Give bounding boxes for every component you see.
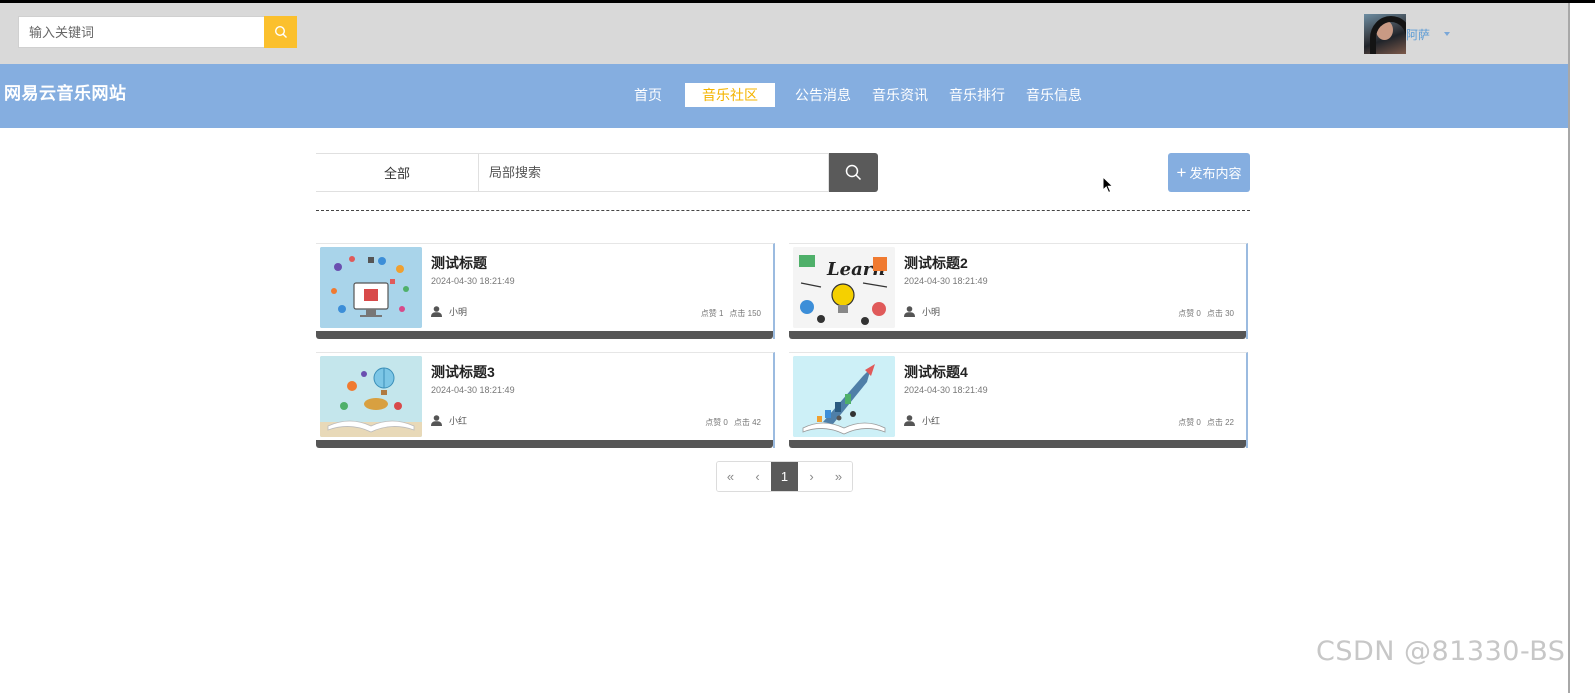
top-bar: 阿萨	[0, 3, 1568, 64]
card-bottom-bar	[789, 440, 1246, 448]
post-author: 小明	[904, 305, 940, 318]
global-search-button[interactable]	[264, 16, 297, 48]
filter-bar: 全部	[316, 153, 878, 192]
post-likes: 点赞 0	[1178, 418, 1201, 427]
post-title[interactable]: 测试标题4	[904, 362, 968, 382]
user-icon	[431, 415, 442, 426]
post-thumbnail[interactable]	[320, 356, 422, 437]
post-thumbnail[interactable]: Learn	[793, 247, 895, 328]
card-bottom-bar	[316, 440, 773, 448]
scrollbar[interactable]	[1568, 3, 1595, 693]
nav-music-info[interactable]: 音乐信息	[1016, 83, 1092, 107]
post-author: 小红	[431, 414, 467, 427]
open-book-balloon-image	[320, 356, 422, 437]
post-card[interactable]: 测试标题4 2024-04-30 18:21:49 小红 点赞 0 点击 22	[789, 352, 1248, 448]
post-date: 2024-04-30 18:21:49	[904, 385, 988, 395]
local-search-input[interactable]	[479, 153, 829, 192]
scrollbar-thumb[interactable]	[1568, 3, 1570, 693]
user-icon	[904, 415, 915, 426]
post-stats: 点赞 0 点击 22	[1178, 417, 1234, 428]
pagination: « ‹ 1 › »	[716, 461, 853, 492]
nav-music-news[interactable]: 音乐资讯	[862, 83, 938, 107]
book-rocket-image	[793, 356, 895, 437]
post-stats: 点赞 1 点击 150	[701, 308, 761, 319]
user-name[interactable]: 阿萨	[1406, 26, 1430, 43]
nav-home[interactable]: 首页	[624, 83, 672, 107]
mouse-cursor-icon	[1102, 176, 1114, 194]
learn-doodle-image: Learn	[793, 247, 895, 328]
avatar[interactable]	[1364, 14, 1406, 54]
post-likes: 点赞 0	[705, 418, 728, 427]
page-next-button[interactable]: ›	[798, 462, 825, 491]
nav-music-community[interactable]: 音乐社区	[685, 83, 775, 107]
post-title[interactable]: 测试标题2	[904, 253, 968, 273]
search-icon	[274, 25, 287, 38]
user-menu[interactable]: 阿萨	[1364, 14, 1451, 54]
site-logo[interactable]: 网易云音乐网站	[4, 79, 127, 104]
post-likes: 点赞 0	[1178, 309, 1201, 318]
post-date: 2024-04-30 18:21:49	[431, 385, 515, 395]
page-last-button[interactable]: »	[825, 462, 852, 491]
nav-announcements[interactable]: 公告消息	[785, 83, 861, 107]
main-nav-bar: 网易云音乐网站 首页 音乐社区 公告消息 音乐资讯 音乐排行 音乐信息	[0, 64, 1568, 128]
plus-icon: +	[1176, 163, 1187, 182]
post-likes: 点赞 1	[700, 309, 724, 318]
post-stats: 点赞 0 点击 42	[705, 417, 761, 428]
card-bottom-bar	[789, 331, 1246, 339]
post-card[interactable]: 测试标题 2024-04-30 18:21:49 小明 点赞 1 点击 150	[316, 243, 775, 339]
card-bottom-bar	[316, 331, 773, 339]
post-title[interactable]: 测试标题	[431, 253, 487, 273]
post-date: 2024-04-30 18:21:49	[904, 276, 988, 286]
section-divider	[316, 210, 1250, 211]
post-author-name: 小红	[449, 416, 468, 426]
nav-music-ranking[interactable]: 音乐排行	[939, 83, 1015, 107]
tech-illustration-image	[320, 247, 422, 328]
post-thumbnail[interactable]	[320, 247, 422, 328]
post-author: 小明	[431, 305, 467, 318]
post-thumbnail[interactable]	[793, 356, 895, 437]
post-clicks: 点击 150	[729, 309, 761, 318]
watermark: CSDN @81330-BS	[1316, 636, 1566, 667]
post-author-name: 小红	[922, 416, 941, 426]
post-title[interactable]: 测试标题3	[431, 362, 495, 382]
post-card[interactable]: Learn 测试标题2 2024-04-30 18:21:49 小明 点赞 0 …	[789, 243, 1248, 339]
page-prev-button[interactable]: ‹	[744, 462, 771, 491]
global-search-input[interactable]	[18, 16, 264, 48]
post-clicks: 点击 30	[1206, 309, 1234, 318]
search-icon	[845, 164, 862, 181]
chevron-down-icon[interactable]	[1444, 32, 1451, 36]
page: 阿萨 网易云音乐网站 首页 音乐社区 公告消息 音乐资讯 音乐排行 音乐信息 全…	[0, 0, 1595, 693]
main-nav: 首页 音乐社区 公告消息 音乐资讯 音乐排行 音乐信息	[624, 83, 1093, 107]
post-clicks: 点击 42	[733, 418, 761, 427]
publish-label: 发布内容	[1189, 166, 1242, 181]
post-stats: 点赞 0 点击 30	[1178, 308, 1234, 319]
category-select[interactable]: 全部	[316, 153, 479, 192]
post-card[interactable]: 测试标题3 2024-04-30 18:21:49 小红 点赞 0 点击 42	[316, 352, 775, 448]
user-icon	[431, 306, 442, 317]
page-current[interactable]: 1	[771, 462, 798, 491]
post-author: 小红	[904, 414, 940, 427]
post-date: 2024-04-30 18:21:49	[431, 276, 515, 286]
local-search-button[interactable]	[829, 153, 878, 192]
post-clicks: 点击 22	[1206, 418, 1234, 427]
user-icon	[904, 306, 915, 317]
post-author-name: 小明	[449, 307, 468, 317]
global-search	[18, 16, 297, 48]
post-author-name: 小明	[922, 307, 941, 317]
page-first-button[interactable]: «	[717, 462, 744, 491]
publish-button[interactable]: + 发布内容	[1168, 153, 1250, 192]
